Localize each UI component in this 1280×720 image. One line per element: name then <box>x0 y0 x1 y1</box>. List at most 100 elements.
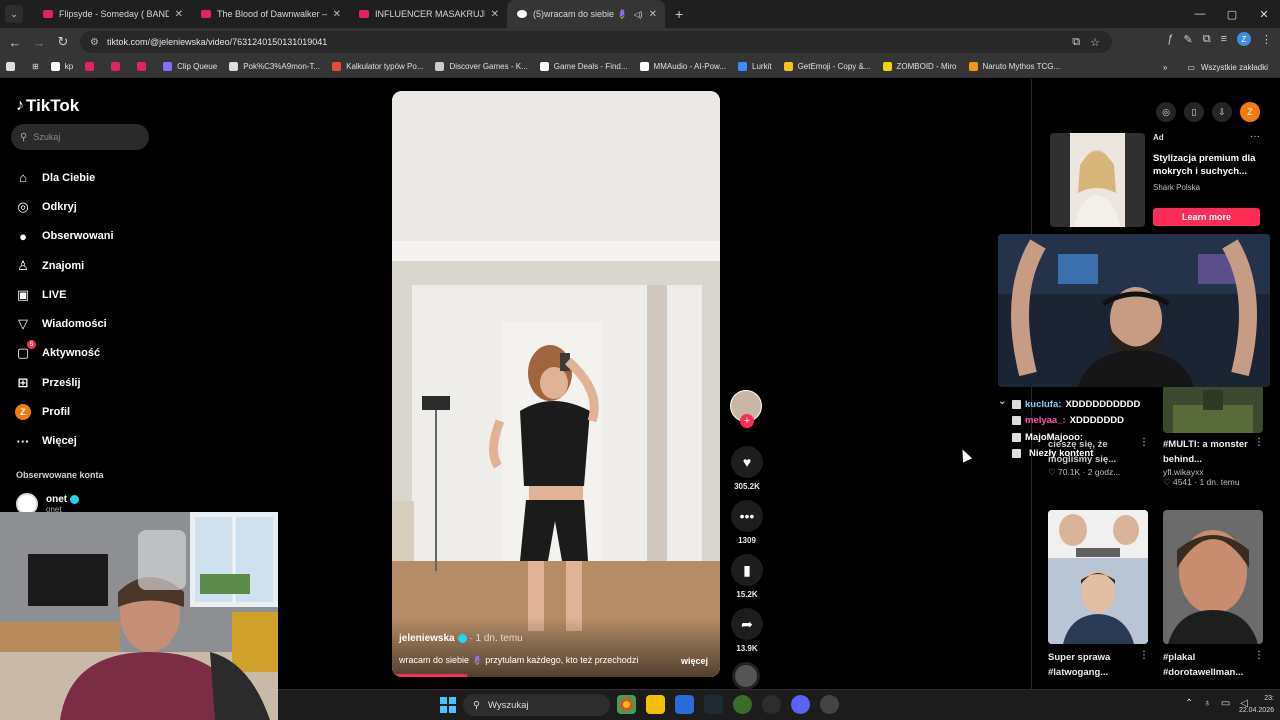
save-action[interactable]: ▮ 15.2K <box>730 554 764 599</box>
browser-tab[interactable]: (5)wracam do siebie 🪻 prz... ◁) ✕ <box>507 0 665 28</box>
comment-action[interactable]: ••• 1309 <box>730 500 764 545</box>
more-link[interactable]: więcej <box>681 656 708 666</box>
discord-icon[interactable] <box>791 695 810 714</box>
recommended-thumbnail-3[interactable] <box>1048 510 1148 644</box>
music-disc-icon[interactable] <box>732 662 760 690</box>
taskbar-clock[interactable]: 23: 22.04.2026 <box>1239 693 1274 717</box>
pen-extension-icon[interactable]: ✎ <box>1184 33 1193 46</box>
bookmark-star-icon[interactable]: ☆ <box>1090 36 1100 49</box>
chrome-icon[interactable] <box>617 695 636 714</box>
learn-more-button[interactable]: Learn more <box>1153 208 1260 226</box>
media-controls-icon[interactable]: ≡ <box>1221 33 1227 45</box>
minimize-button[interactable]: — <box>1184 8 1216 20</box>
close-tab-icon[interactable]: ✕ <box>491 9 499 20</box>
close-tab-icon[interactable]: ✕ <box>649 9 657 20</box>
tiktok-logo[interactable]: ♪ TikTok <box>16 96 79 116</box>
share-action[interactable]: ➦ 13.9K <box>730 608 764 653</box>
bookmark-item[interactable]: Naruto Mythos TCG... <box>968 62 1060 71</box>
sidebar-item-więcej[interactable]: ··· Więcej <box>14 427 114 456</box>
video-player[interactable]: jeleniewska · 1 dn. temu wracam do siebi… <box>392 91 720 677</box>
sidebar-item-znajomi[interactable]: ♙ Znajomi <box>14 251 114 280</box>
address-bar[interactable]: ⚙ tiktok.com/@jeleniewska/video/76312401… <box>80 31 1112 53</box>
phone-icon[interactable]: ▯ <box>1184 102 1204 122</box>
terminal-icon[interactable] <box>704 695 723 714</box>
sidebar-item-profil[interactable]: Z Profil <box>14 397 114 426</box>
bookmark-item[interactable]: Pok%C3%A9mon-T... <box>229 62 320 71</box>
heart-icon[interactable]: ♥ <box>731 446 763 478</box>
bookmark-apps-icon[interactable] <box>6 62 20 71</box>
sidebar-item-live[interactable]: ▣ LIVE <box>14 280 114 309</box>
xbox-icon[interactable] <box>733 695 752 714</box>
video-author[interactable]: jeleniewska · 1 dn. temu <box>399 633 523 644</box>
new-tab-button[interactable]: + <box>675 6 683 22</box>
extensions-puzzle-icon[interactable]: ⧉ <box>1203 33 1211 46</box>
comment-icon[interactable]: ••• <box>731 500 763 532</box>
bookmark-item[interactable] <box>137 62 151 71</box>
bookmark-item[interactable]: Kalkulator typów Po... <box>332 62 423 71</box>
bookmark-item[interactable]: Clip Queue <box>163 62 217 71</box>
bookmark-item[interactable]: Discover Games - K... <box>435 62 528 71</box>
monitor-icon[interactable]: ▭ <box>1221 698 1230 709</box>
bookmark-item[interactable]: MMAudio - AI-Pow... <box>639 62 726 71</box>
profile-avatar-small[interactable]: Z <box>1240 102 1260 122</box>
browser-tab[interactable]: The Blood of Dawnwalker — D... ✕ <box>191 0 349 28</box>
chevron-down-icon[interactable]: ⌄ <box>998 396 1006 407</box>
install-app-icon[interactable]: ⧉ <box>1072 36 1080 49</box>
ad-options-icon[interactable]: ··· <box>1250 131 1260 142</box>
ad-thumbnail[interactable] <box>1050 133 1145 227</box>
creator-avatar[interactable]: + <box>730 390 762 428</box>
card-options-icon[interactable]: ⋮ <box>1139 650 1149 661</box>
file-explorer-icon[interactable] <box>646 695 665 714</box>
sidebar-item-odkryj[interactable]: ◎ Odkryj <box>14 192 114 221</box>
browser-tab[interactable]: INFLUENCER MASAKRUJE BEZ... ✕ <box>349 0 507 28</box>
bookmark-item[interactable] <box>85 62 99 71</box>
bookmark-icon[interactable]: ▮ <box>731 554 763 586</box>
more-bookmarks-icon[interactable]: » <box>1163 63 1167 72</box>
tab-search-button[interactable]: ⌄ <box>5 5 23 23</box>
menu-kebab-icon[interactable]: ⋮ <box>1261 33 1272 46</box>
close-window-button[interactable]: ✕ <box>1248 8 1280 21</box>
bookmark-item[interactable]: Game Deals - Find... <box>539 62 628 71</box>
download-icon[interactable]: ⇩ <box>1212 102 1232 122</box>
search-input[interactable]: ⚲ Szukaj <box>11 124 149 150</box>
reload-button[interactable]: ↻ <box>51 34 75 50</box>
all-bookmarks-link[interactable]: Wszystkie zakładki <box>1201 63 1268 72</box>
ad-title[interactable]: Stylizacja premium dla mokrych i suchych… <box>1153 152 1265 178</box>
card-options-icon[interactable]: ⋮ <box>1254 650 1264 661</box>
microphone-icon[interactable]: ♁ <box>1203 698 1211 709</box>
ad-brand[interactable]: Shark Polska <box>1153 183 1200 192</box>
windows-start-icon[interactable] <box>440 697 456 713</box>
follow-plus-icon[interactable]: + <box>740 414 754 428</box>
close-tab-icon[interactable]: ✕ <box>175 9 183 20</box>
bookmark-grid-icon[interactable]: ⊞ <box>32 62 39 71</box>
profile-avatar[interactable]: Z <box>1237 32 1251 46</box>
recommended-thumbnail-2[interactable] <box>1163 385 1263 433</box>
share-arrow-icon[interactable]: ➦ <box>731 608 763 640</box>
sidebar-item-wiadomości[interactable]: ▽ Wiadomości <box>14 309 114 338</box>
recommended-card-2[interactable]: #MULTI: a monster behind... yfl.wikayxx … <box>1163 437 1263 488</box>
app-icon[interactable] <box>675 695 694 714</box>
bookmark-item[interactable] <box>111 62 125 71</box>
bookmark-item[interactable]: kp <box>50 62 73 71</box>
sidebar-item-prześlij[interactable]: ⊞ Prześlij <box>14 368 114 397</box>
recommended-card-4[interactable]: #plakal #dorotawellman... <box>1163 650 1263 680</box>
sidebar-item-obserwowani[interactable]: ● Obserwowani <box>14 222 113 251</box>
maximize-button[interactable]: ▢ <box>1216 8 1248 21</box>
browser-tab[interactable]: Flipsyde - Someday ( BANDIT R... ✕ <box>33 0 191 28</box>
recommended-card-3[interactable]: Super sprawa #latwogang... <box>1048 650 1143 680</box>
settings-app-icon[interactable] <box>820 695 839 714</box>
extension-icon[interactable]: ƒ <box>1167 33 1173 45</box>
sidebar-item-aktywność[interactable]: ▢ 5 Aktywność <box>14 339 114 368</box>
chevron-up-icon[interactable]: ⌃ <box>1185 698 1193 709</box>
refresh-app-icon[interactable] <box>762 695 781 714</box>
coins-icon[interactable]: ◎ <box>1156 102 1176 122</box>
site-info-icon[interactable]: ⚙ <box>90 37 99 48</box>
forward-button[interactable]: → <box>27 35 51 50</box>
close-tab-icon[interactable]: ✕ <box>333 9 341 20</box>
bookmark-item[interactable]: GetEmoji - Copy &... <box>783 62 871 71</box>
taskbar-search[interactable]: ⚲ Wyszukaj <box>463 694 610 716</box>
bookmark-item[interactable]: ZOMBOID - Miro <box>882 62 957 71</box>
recommended-thumbnail-4[interactable] <box>1163 510 1263 644</box>
back-button[interactable]: ← <box>3 35 27 50</box>
audio-playing-icon[interactable]: ◁) <box>634 10 643 19</box>
